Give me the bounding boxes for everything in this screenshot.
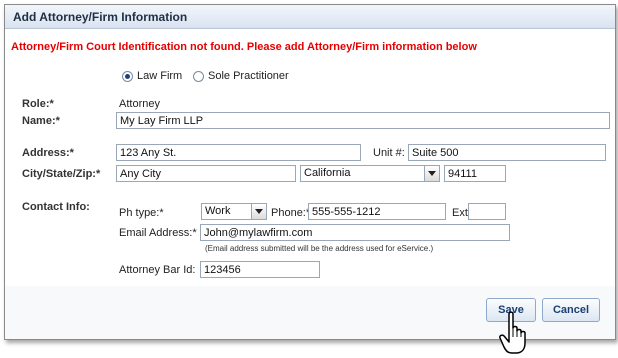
state-select[interactable]: California: [300, 165, 440, 182]
email-field[interactable]: [200, 224, 510, 241]
name-label: Name:*: [22, 115, 60, 127]
chevron-down-icon[interactable]: [424, 166, 439, 181]
email-note: (Email address submitted will be the add…: [205, 244, 434, 253]
email-label: Email Address:*: [119, 227, 197, 239]
address-field[interactable]: [116, 144, 361, 161]
phone-label: Phone:*: [271, 207, 311, 219]
error-message: Attorney/Firm Court Identification not f…: [11, 41, 477, 53]
zip-field[interactable]: [444, 165, 506, 182]
law-firm-radio[interactable]: [122, 71, 133, 82]
unit-label: Unit #:: [373, 147, 405, 159]
ph-type-select-value: Work: [205, 205, 231, 217]
city-state-zip-label: City/State/Zip:*: [22, 168, 101, 180]
law-firm-radio-label[interactable]: Law Firm: [137, 70, 182, 82]
hand-pointer-icon: [499, 311, 526, 354]
ext-field[interactable]: [468, 203, 506, 220]
bar-id-label: Attorney Bar Id:: [119, 264, 196, 276]
phone-field[interactable]: [308, 203, 446, 220]
unit-field[interactable]: [408, 144, 606, 161]
sole-practitioner-radio-label[interactable]: Sole Practitioner: [208, 70, 289, 82]
role-label: Role:*: [22, 98, 54, 110]
ph-type-label: Ph type:*: [119, 207, 164, 219]
address-label: Address:*: [22, 147, 74, 159]
cancel-button[interactable]: Cancel: [542, 298, 600, 322]
ph-type-select[interactable]: Work: [201, 203, 267, 220]
sole-practitioner-radio[interactable]: [193, 71, 204, 82]
dialog-title: Add Attorney/Firm Information: [13, 10, 188, 24]
contact-info-label: Contact Info:: [22, 201, 90, 213]
role-value: Attorney: [119, 98, 160, 110]
city-field[interactable]: [116, 165, 296, 182]
state-select-value: California: [304, 167, 351, 179]
name-field[interactable]: [116, 112, 610, 129]
dialog-titlebar: Add Attorney/Firm Information: [5, 5, 615, 29]
add-attorney-dialog: Add Attorney/Firm Information Attorney/F…: [4, 4, 616, 340]
chevron-down-icon[interactable]: [251, 204, 266, 219]
bar-id-field[interactable]: [200, 261, 320, 278]
